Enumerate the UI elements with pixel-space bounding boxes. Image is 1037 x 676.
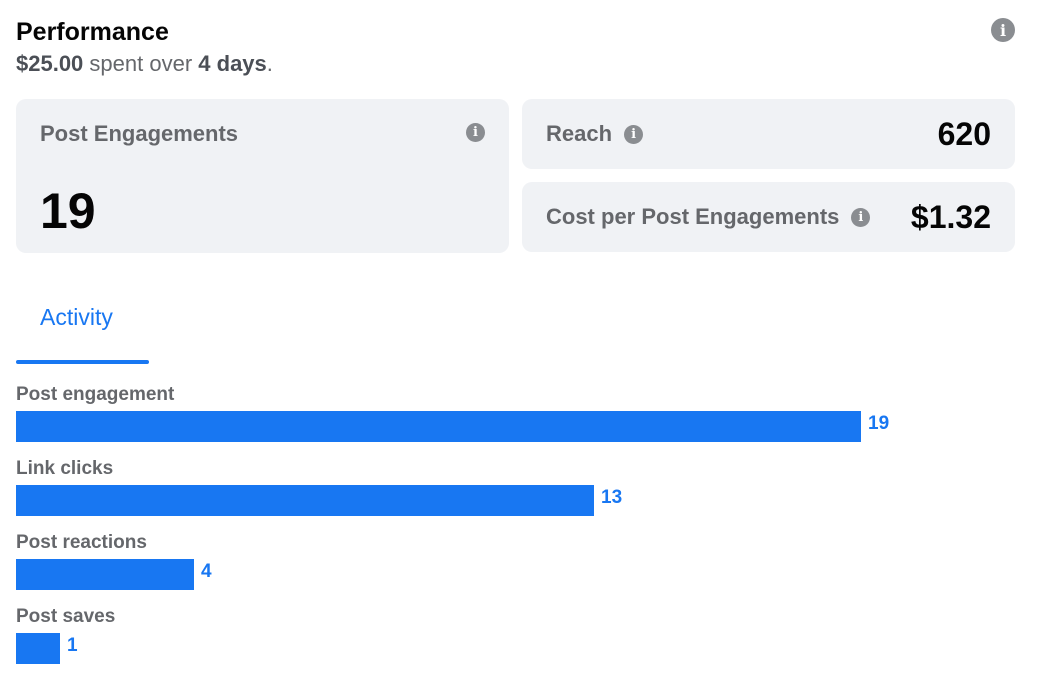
bar	[16, 559, 194, 590]
bar-value-label: 19	[868, 413, 890, 434]
spend-summary: $25.00 spent over 4 days.	[16, 50, 1017, 78]
bar-row: Post reactions 4	[16, 528, 1016, 602]
cost-per-engagement-card: Cost per Post Engagements i $1.32	[522, 182, 1015, 252]
reach-label: Reach	[546, 121, 613, 146]
reach-info-icon[interactable]: i	[624, 124, 644, 144]
reach-value: 620	[937, 115, 991, 152]
bar-label: Post saves	[16, 606, 116, 627]
bar-label: Link clicks	[16, 458, 114, 479]
bar-label: Post reactions	[16, 532, 147, 553]
tab-activity-label: Activity	[40, 304, 113, 330]
post-engagements-card: Post Engagements i 19	[16, 99, 509, 253]
page-title: Performance	[16, 18, 169, 46]
tab-activity[interactable]: Activity	[16, 292, 149, 364]
bar	[16, 633, 60, 664]
spend-duration: 4 days	[198, 51, 267, 76]
bar	[16, 411, 861, 442]
post-engagements-label: Post Engagements	[40, 121, 239, 146]
bar-value-label: 4	[201, 561, 212, 582]
spent-amount: $25.00	[16, 51, 84, 76]
tab-active-indicator	[16, 360, 149, 364]
cost-per-engagement-value: $1.32	[910, 198, 991, 235]
bar-row: Post saves 1	[16, 602, 1016, 676]
spend-period: .	[266, 51, 273, 76]
cost-per-engagement-label: Cost per Post Engagements	[546, 204, 840, 229]
post-engagements-info-icon[interactable]: i	[466, 123, 485, 142]
reach-card: Reach i 620	[522, 99, 1015, 169]
bar-row: Link clicks 13	[16, 454, 1016, 528]
performance-header: Performance $25.00 spent over 4 days.	[16, 16, 1017, 78]
bar-label: Post engagement	[16, 384, 175, 405]
cost-per-engagement-info-icon[interactable]: i	[851, 207, 871, 227]
bar	[16, 485, 594, 516]
bar-value-label: 1	[67, 635, 78, 656]
spent-text: spent over	[89, 51, 193, 76]
post-engagements-value: 19	[40, 183, 96, 239]
bar-row: Post engagement 19	[16, 380, 1016, 454]
bar-value-label: 13	[601, 487, 623, 508]
performance-info-icon[interactable]: i	[991, 18, 1015, 42]
